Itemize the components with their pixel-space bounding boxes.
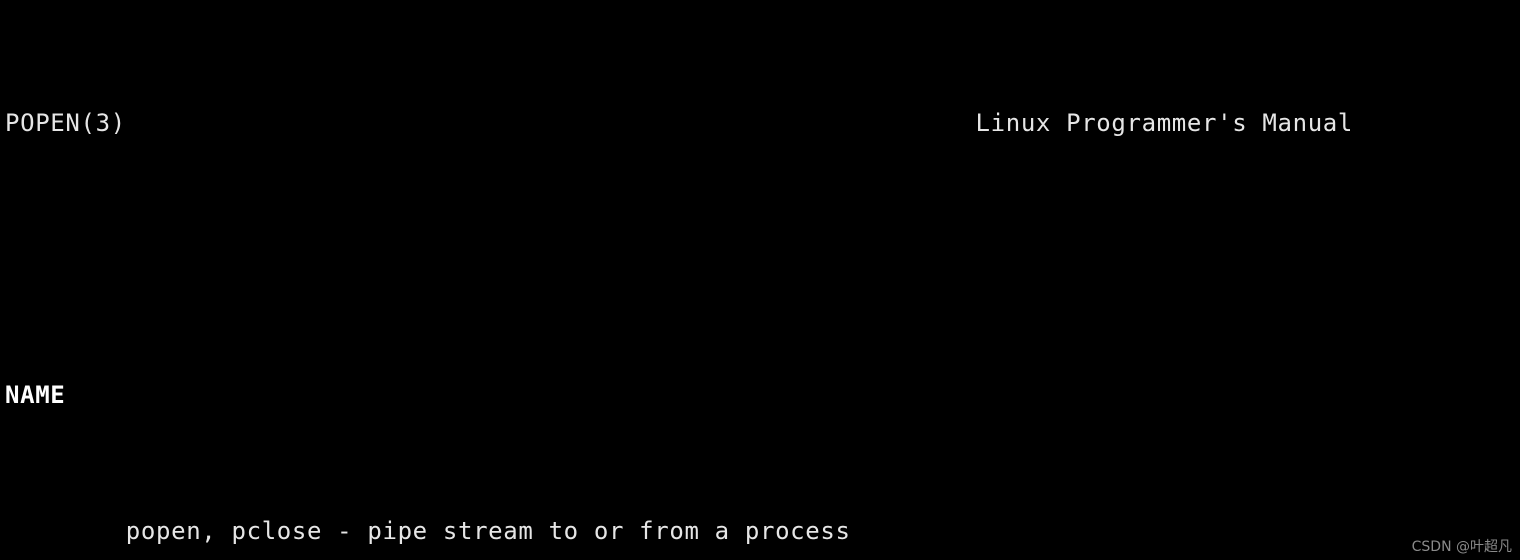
man-page-terminal[interactable]: POPEN(3) Linux Programmer's Manual NAME … [0,0,1520,560]
section-heading-name: NAME [5,378,1520,412]
csdn-watermark: CSDN @叶超凡 [1411,539,1512,555]
name-section-body: popen, pclose - pipe stream to or from a… [5,514,1520,548]
name-section-body-text: popen, pclose - pipe stream to or from a… [125,517,851,545]
man-page-header-right: Linux Programmer's Manual [975,109,1353,137]
man-page-header-left: POPEN(3) [5,109,126,137]
section-heading-name-label: NAME [5,381,66,409]
man-page-header: POPEN(3) Linux Programmer's Manual [5,106,1505,140]
header-spacer [126,106,976,140]
